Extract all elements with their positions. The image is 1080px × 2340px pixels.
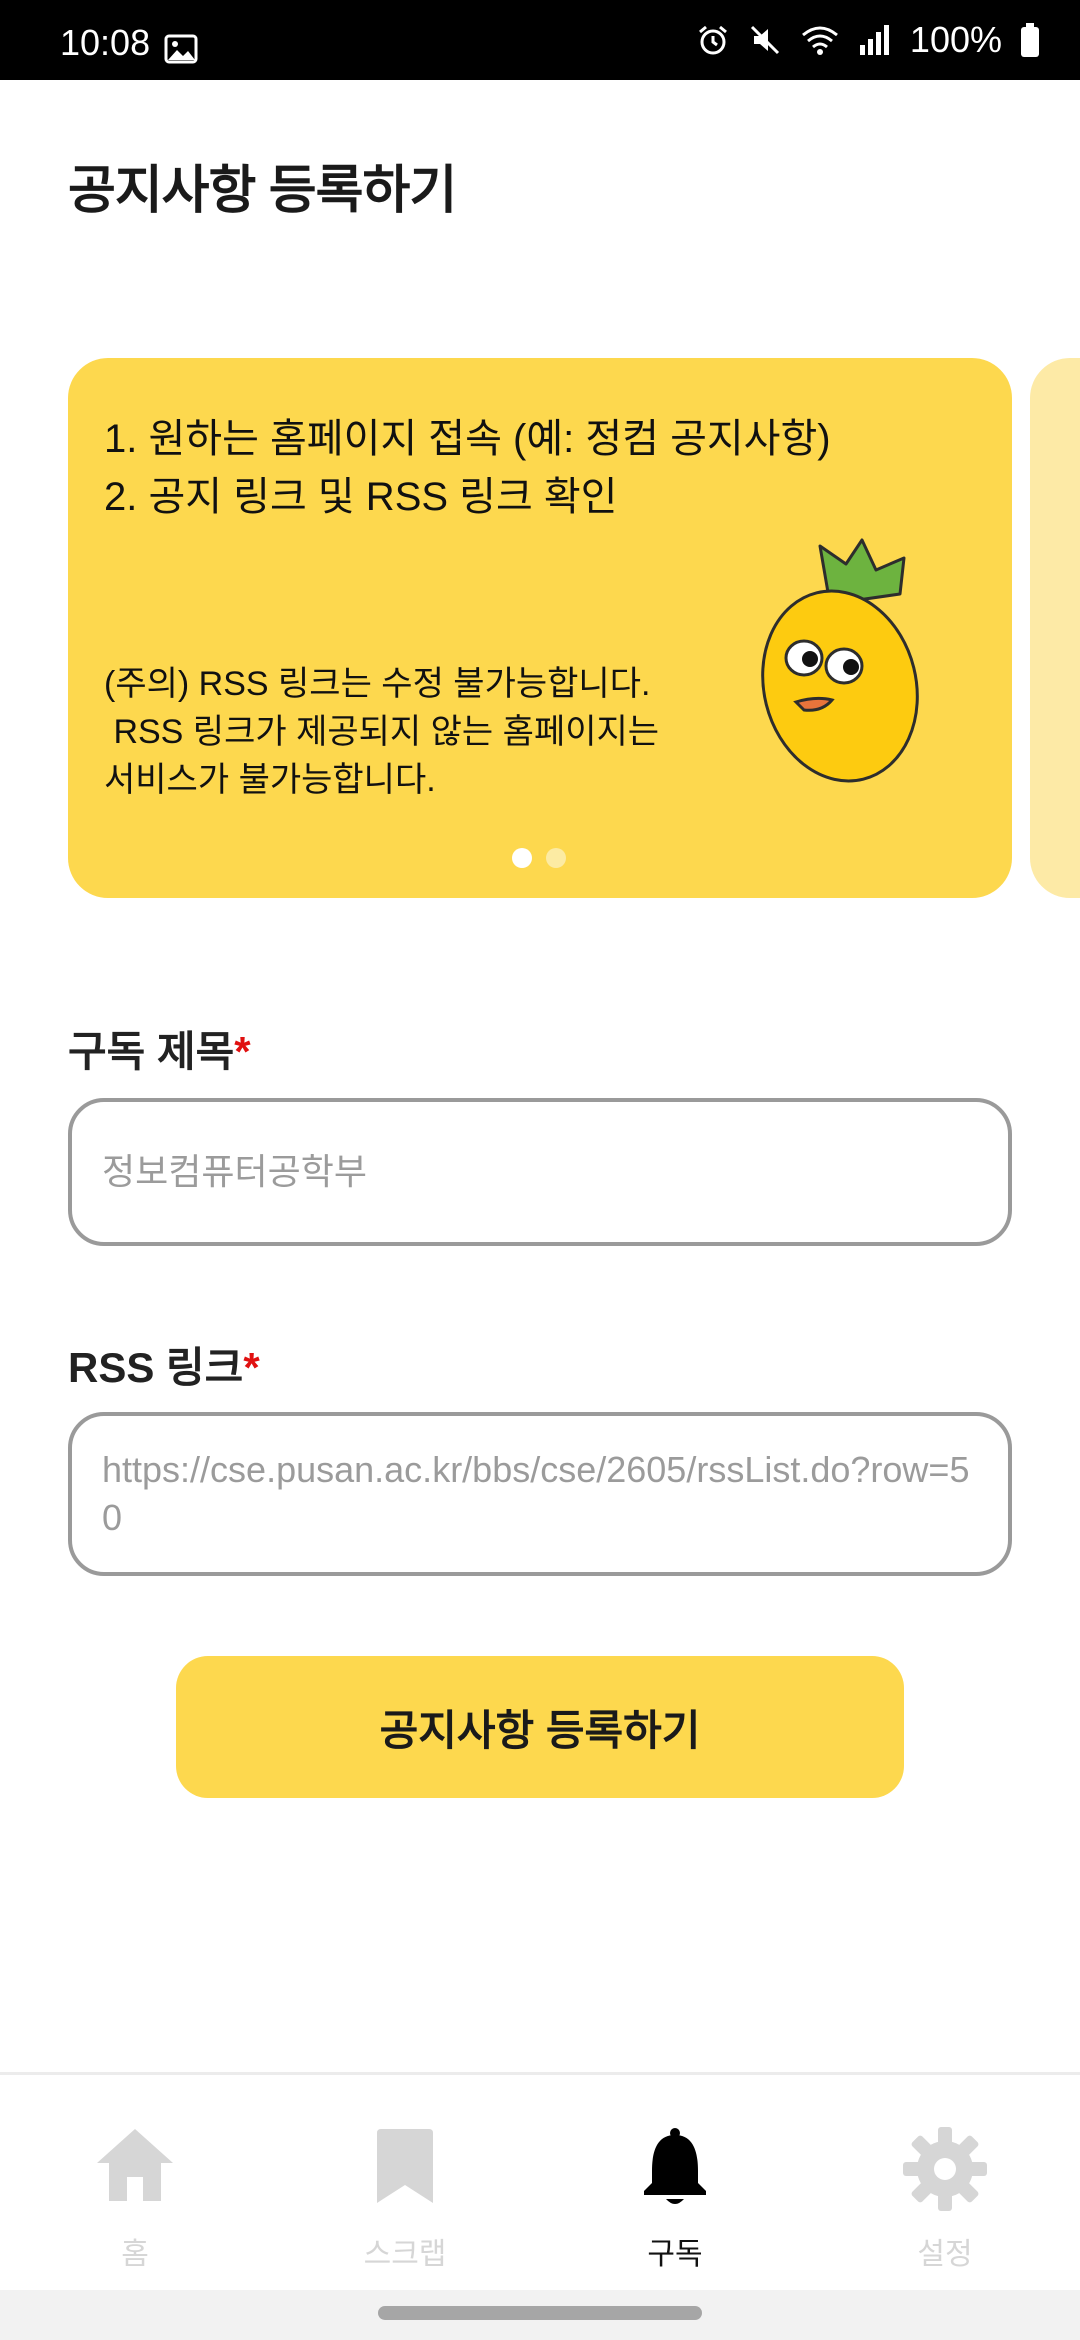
bell-icon bbox=[644, 2128, 706, 2204]
nav-label-subscribe: 구독 bbox=[647, 2238, 703, 2271]
nav-item-home[interactable]: 홈 bbox=[0, 2075, 270, 2290]
wifi-icon bbox=[801, 26, 838, 55]
alarm-icon bbox=[698, 25, 727, 55]
nav-item-subscribe[interactable]: 구독 bbox=[540, 2075, 810, 2290]
guide-note-line-2: RSS 링크가 제공되지 않는 홈페이지는 bbox=[104, 713, 660, 751]
rss-link-label: RSS 링크* bbox=[68, 1334, 260, 1395]
guide-carousel[interactable]: 1. 원하는 홈페이지 접속 (예: 정컴 공지사항) 2. 공지 링크 및 R… bbox=[68, 358, 1080, 898]
subscription-title-label: 구독 제목* bbox=[68, 1018, 251, 1079]
nav-label-home: 홈 bbox=[121, 2238, 149, 2271]
pagination-dot-active[interactable] bbox=[512, 848, 532, 868]
subscription-title-placeholder: 정보컴퓨터공학부 bbox=[102, 1151, 367, 1192]
guide-note-line-1: (주의) RSS 링크는 수정 불가능합니다. bbox=[104, 665, 651, 703]
guide-step-1: 1. 원하는 홈페이지 접속 (예: 정컴 공지사항) bbox=[104, 417, 831, 461]
rss-link-input[interactable]: https://cse.pusan.ac.kr/bbs/cse/2605/rss… bbox=[68, 1412, 1012, 1576]
photo-notification-icon bbox=[164, 34, 198, 64]
required-mark: * bbox=[234, 1028, 251, 1075]
nav-label-settings: 설정 bbox=[917, 2238, 973, 2271]
status-time: 10:08 bbox=[60, 22, 151, 63]
subscription-title-label-text: 구독 제목 bbox=[68, 1028, 235, 1075]
nav-label-scrap: 스크랩 bbox=[363, 2238, 447, 2271]
rss-link-label-text: RSS 링크 bbox=[68, 1344, 244, 1391]
required-mark: * bbox=[243, 1344, 260, 1391]
pagination-dot[interactable] bbox=[546, 848, 566, 868]
gear-icon bbox=[903, 2127, 987, 2211]
register-notice-button[interactable]: 공지사항 등록하기 bbox=[176, 1656, 904, 1798]
subscription-title-input[interactable]: 정보컴퓨터공학부 bbox=[68, 1098, 1012, 1246]
battery-percent: 100% bbox=[909, 19, 1002, 60]
status-bar: 10:08 100% bbox=[0, 0, 1080, 80]
battery-icon bbox=[1021, 23, 1039, 57]
status-icons: 100% bbox=[696, 19, 1040, 60]
pineapple-mascot-illustration bbox=[761, 538, 919, 783]
home-indicator[interactable] bbox=[378, 2306, 702, 2320]
page-title: 공지사항 등록하기 bbox=[68, 162, 457, 220]
mute-icon bbox=[750, 25, 779, 55]
carousel-pagination bbox=[512, 848, 566, 868]
nav-item-scrap[interactable]: 스크랩 bbox=[270, 2075, 540, 2290]
next-guide-card-peek[interactable] bbox=[1030, 358, 1080, 898]
bottom-nav: 홈 스크랩 구독 설정 bbox=[0, 2072, 1080, 2290]
rss-link-placeholder: https://cse.pusan.ac.kr/bbs/cse/2605/rss… bbox=[102, 1449, 970, 1538]
bookmark-icon bbox=[377, 2129, 433, 2203]
guide-card: 1. 원하는 홈페이지 접속 (예: 정컴 공지사항) 2. 공지 링크 및 R… bbox=[68, 358, 1012, 898]
guide-note-line-3: 서비스가 불가능합니다. bbox=[104, 761, 436, 799]
nav-item-settings[interactable]: 설정 bbox=[810, 2075, 1080, 2290]
guide-step-2: 2. 공지 링크 및 RSS 링크 확인 bbox=[104, 475, 618, 519]
signal-icon bbox=[859, 25, 889, 55]
home-icon bbox=[97, 2129, 173, 2201]
